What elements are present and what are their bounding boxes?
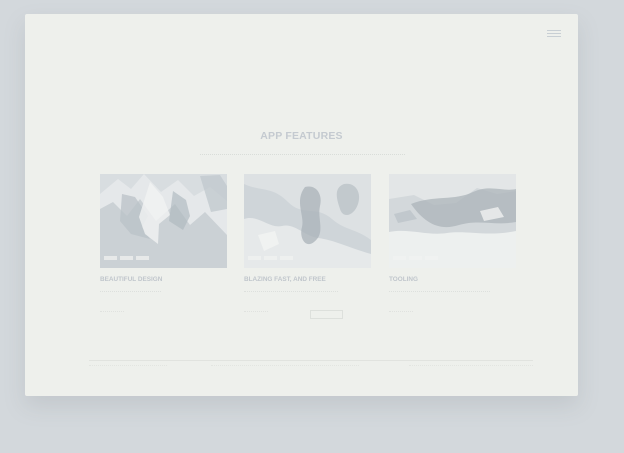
- image-badge: [264, 256, 277, 260]
- section-title: APP FEATURES: [260, 130, 343, 142]
- card-title: BEAUTIFUL DESIGN: [100, 276, 163, 283]
- image-badge: [120, 256, 133, 260]
- image-badge: [104, 256, 117, 260]
- image-badge: [280, 256, 293, 260]
- card-image: [389, 174, 516, 268]
- card-description: [100, 291, 161, 294]
- image-badges: [104, 256, 149, 260]
- image-badge: [409, 256, 422, 260]
- menu-icon[interactable]: [546, 27, 562, 39]
- menu-icon-line: [547, 33, 561, 34]
- app-window: APP FEATURES BEAUTIFUL DESIGN BLAZING FA…: [25, 14, 578, 396]
- card-link[interactable]: [389, 311, 413, 314]
- card-title: TOOLING: [389, 276, 418, 283]
- footer-divider: [89, 360, 533, 361]
- menu-icon-line: [547, 36, 561, 37]
- card-link[interactable]: [244, 311, 268, 314]
- card-image: [100, 174, 227, 268]
- coast-photo-icon: [389, 174, 516, 268]
- menu-icon-line: [547, 30, 561, 31]
- screenshot-canvas: APP FEATURES BEAUTIFUL DESIGN BLAZING FA…: [0, 0, 624, 453]
- image-badges: [393, 256, 438, 260]
- feature-card: TOOLING: [389, 174, 516, 319]
- section-subtitle: [200, 154, 405, 158]
- image-badge: [393, 256, 406, 260]
- footer-text: [89, 365, 167, 368]
- card-description: [389, 291, 490, 294]
- image-badge: [248, 256, 261, 260]
- card-image: [244, 174, 371, 268]
- card-link[interactable]: [100, 311, 124, 314]
- waterfall-photo-icon: [244, 174, 371, 268]
- footer-text: [211, 365, 359, 368]
- mountain-photo-icon: [100, 174, 227, 268]
- image-badge: [425, 256, 438, 260]
- card-description: [244, 291, 338, 294]
- image-badges: [248, 256, 293, 260]
- more-button[interactable]: [310, 310, 343, 319]
- card-title: BLAZING FAST, AND FREE: [244, 276, 326, 283]
- footer-text: [409, 365, 533, 368]
- feature-card: BEAUTIFUL DESIGN: [100, 174, 227, 319]
- image-badge: [136, 256, 149, 260]
- feature-card: BLAZING FAST, AND FREE: [244, 174, 371, 319]
